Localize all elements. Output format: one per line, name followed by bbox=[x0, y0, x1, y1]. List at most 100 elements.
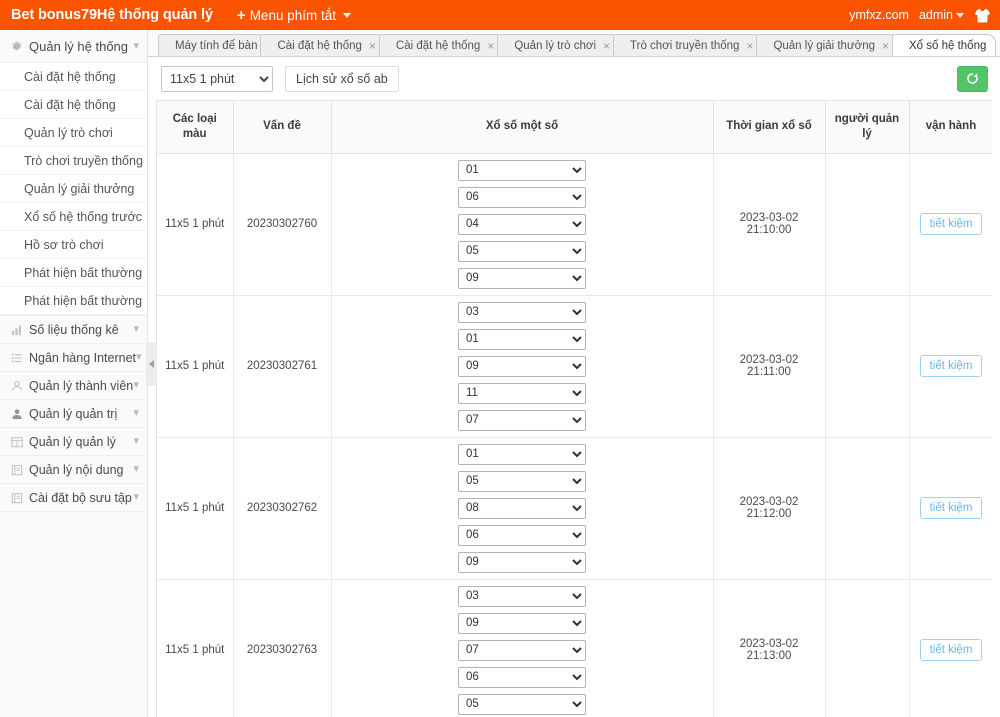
lottery-type-select[interactable]: 11x5 1 phút bbox=[161, 65, 273, 92]
close-icon[interactable]: × bbox=[882, 40, 889, 52]
table-row: 11x5 1 phút 20230302760 01 06 04 05 09 2023-03-… bbox=[157, 153, 992, 296]
top-header-bar: Bet bonus79Hệ thống quản lý + Menu phím … bbox=[0, 0, 1000, 30]
toolbar: 11x5 1 phút Lịch sử xổ số ab bbox=[148, 57, 1000, 100]
sidebar-collapse-handle[interactable] bbox=[146, 342, 157, 386]
chevron-down-icon: ▾ bbox=[133, 39, 139, 52]
sidebar-item-ho-so-tro-choi[interactable]: Hồ sơ trò chơi bbox=[0, 231, 147, 259]
tab-label: Quản lý giải thưởng bbox=[773, 39, 875, 52]
shortcut-menu-button[interactable]: + Menu phím tắt bbox=[237, 7, 351, 24]
number-select-5[interactable]: 09 bbox=[458, 267, 586, 289]
save-button[interactable]: tiết kiệm bbox=[919, 355, 983, 377]
number-select-1[interactable]: 03 bbox=[458, 301, 586, 323]
number-select-3[interactable]: 08 bbox=[458, 497, 586, 519]
column-header-action: vận hành bbox=[909, 101, 992, 154]
cell-operator bbox=[825, 437, 910, 580]
number-select-4[interactable]: 06 bbox=[458, 666, 586, 688]
user-filled-icon bbox=[9, 408, 24, 420]
site-domain-label: ymfxz.com bbox=[849, 8, 909, 22]
sidebar-item-phat-hien-bat-thuong-2[interactable]: Phát hiện bất thường bbox=[0, 287, 147, 315]
sidebar-item-cai-dat-he-thong-2[interactable]: Cài đặt hệ thống bbox=[0, 91, 147, 119]
tab-label: Quản lý trò chơi bbox=[514, 39, 597, 52]
sidebar-group-label: Quản lý nội dung bbox=[29, 462, 124, 477]
number-select-1[interactable]: 01 bbox=[458, 443, 586, 465]
cell-type: 11x5 1 phút bbox=[157, 437, 234, 580]
cell-type: 11x5 1 phút bbox=[157, 579, 234, 717]
number-select-1[interactable]: 01 bbox=[458, 159, 586, 181]
plus-icon: + bbox=[236, 6, 246, 24]
number-select-2[interactable]: 01 bbox=[458, 328, 586, 350]
book-icon bbox=[9, 492, 24, 504]
sidebar-item-xo-so-he-thong-truoc[interactable]: Xổ số hệ thống trước bbox=[0, 203, 147, 231]
tab-cai-dat-he-thong-2[interactable]: Cài đặt hệ thống × bbox=[378, 34, 505, 56]
sidebar-item-phat-hien-bat-thuong-1[interactable]: Phát hiện bất thường bbox=[0, 259, 147, 287]
close-icon[interactable]: × bbox=[487, 40, 494, 52]
lottery-results-table-container[interactable]: Các loại màu Vấn đề Xổ số một số Thời gi… bbox=[156, 100, 992, 717]
cell-issue: 20230302762 bbox=[233, 437, 332, 580]
cell-operator bbox=[825, 153, 910, 296]
column-header-type: Các loại màu bbox=[157, 101, 234, 154]
tab-tro-choi-truyen-thong[interactable]: Trò chơi truyền thống × bbox=[613, 34, 764, 56]
cell-action: tiết kiệm bbox=[909, 437, 992, 580]
number-select-2[interactable]: 05 bbox=[458, 470, 586, 492]
cell-draw-time: 2023-03-02 21:13:00 bbox=[713, 579, 826, 717]
number-select-3[interactable]: 07 bbox=[458, 639, 586, 661]
number-select-3[interactable]: 09 bbox=[458, 355, 586, 377]
tab-cai-dat-he-thong-1[interactable]: Cài đặt hệ thống × bbox=[260, 34, 386, 56]
sidebar-group-label: Số liệu thống kê bbox=[29, 322, 119, 337]
sidebar-group-quan-ly-noi-dung[interactable]: Quản lý nội dung ▾ bbox=[0, 456, 147, 484]
sidebar-item-cai-dat-he-thong-1[interactable]: Cài đặt hệ thống bbox=[0, 63, 147, 91]
close-icon[interactable]: × bbox=[369, 40, 376, 52]
number-select-4[interactable]: 11 bbox=[458, 382, 586, 404]
number-select-5[interactable]: 05 bbox=[458, 693, 586, 715]
cell-type: 11x5 1 phút bbox=[157, 153, 234, 296]
cell-numbers: 03 01 09 11 07 bbox=[331, 295, 714, 438]
number-select-stack: 03 01 09 11 07 bbox=[335, 301, 710, 431]
number-select-5[interactable]: 07 bbox=[458, 409, 586, 431]
save-button[interactable]: tiết kiệm bbox=[919, 639, 983, 661]
sidebar-group-label: Ngân hàng Internet bbox=[29, 350, 137, 365]
sidebar-group-quan-ly-thanh-vien[interactable]: Quản lý thành viên ▾ bbox=[0, 372, 147, 400]
tab-xo-so-he-thong[interactable]: Xổ số hệ thống bbox=[892, 34, 997, 56]
account-menu-button[interactable]: admin bbox=[919, 8, 964, 22]
number-select-1[interactable]: 03 bbox=[458, 585, 586, 607]
table-header-row: Các loại màu Vấn đề Xổ số một số Thời gi… bbox=[157, 101, 992, 154]
close-icon[interactable]: × bbox=[746, 40, 753, 52]
table-row: 11x5 1 phút 20230302762 01 05 08 06 09 2023-03-… bbox=[157, 437, 992, 580]
cell-action: tiết kiệm bbox=[909, 295, 992, 438]
lottery-history-button[interactable]: Lịch sử xổ số ab bbox=[285, 65, 399, 92]
tab-quan-ly-giai-thuong[interactable]: Quản lý giải thưởng × bbox=[756, 34, 899, 56]
tab-may-tinh-de-ban[interactable]: Máy tính để bàn bbox=[158, 34, 268, 56]
cell-type: 11x5 1 phút bbox=[157, 295, 234, 438]
number-select-4[interactable]: 05 bbox=[458, 240, 586, 262]
sidebar-item-tro-choi-truyen-thong[interactable]: Trò chơi truyền thống bbox=[0, 147, 147, 175]
chevron-down-icon: ▾ bbox=[133, 463, 139, 475]
sidebar-item-quan-ly-giai-thuong[interactable]: Quản lý giải thưởng bbox=[0, 175, 147, 203]
number-select-2[interactable]: 09 bbox=[458, 612, 586, 634]
sidebar-group-ngan-hang-internet[interactable]: Ngân hàng Internet ▾ bbox=[0, 344, 147, 372]
chevron-left-icon bbox=[149, 360, 154, 368]
table-row: 11x5 1 phút 20230302761 03 01 09 11 07 2023-03-… bbox=[157, 295, 992, 438]
cell-action: tiết kiệm bbox=[909, 579, 992, 717]
save-button[interactable]: tiết kiệm bbox=[919, 213, 983, 235]
sidebar-submenu: Cài đặt hệ thống Cài đặt hệ thống Quản l… bbox=[0, 63, 147, 316]
tab-quan-ly-tro-choi[interactable]: Quản lý trò chơi × bbox=[497, 34, 621, 56]
close-icon[interactable]: × bbox=[603, 40, 610, 52]
number-select-2[interactable]: 06 bbox=[458, 186, 586, 208]
save-button[interactable]: tiết kiệm bbox=[919, 497, 983, 519]
sidebar-group-quan-ly-quan-ly[interactable]: Quản lý quản lý ▾ bbox=[0, 428, 147, 456]
cell-numbers: 01 05 08 06 09 bbox=[331, 437, 714, 580]
sidebar-group-label: Quản lý thành viên bbox=[29, 378, 134, 393]
refresh-button[interactable] bbox=[957, 65, 988, 92]
sidebar-group-quan-ly-quan-tri[interactable]: Quản lý quản trị ▾ bbox=[0, 400, 147, 428]
number-select-3[interactable]: 04 bbox=[458, 213, 586, 235]
sidebar-group-so-lieu-thong-ke[interactable]: Số liệu thống kê ▾ bbox=[0, 316, 147, 344]
shortcut-menu-label: Menu phím tắt bbox=[249, 7, 336, 23]
tab-bar: Máy tính để bàn Cài đặt hệ thống × Cài đ… bbox=[148, 30, 1000, 57]
sidebar-group-cai-dat-bo-suu-tap[interactable]: Cài đặt bộ sưu tập ▾ bbox=[0, 484, 147, 512]
sidebar-item-quan-ly-tro-choi[interactable]: Quản lý trò chơi bbox=[0, 119, 147, 147]
shirt-icon[interactable] bbox=[974, 8, 991, 23]
sidebar-group-label: Cài đặt bộ sưu tập bbox=[29, 490, 132, 505]
sidebar-group-quan-ly-he-thong[interactable]: Quản lý hệ thống ▾ bbox=[0, 30, 147, 63]
number-select-5[interactable]: 09 bbox=[458, 551, 586, 573]
number-select-4[interactable]: 06 bbox=[458, 524, 586, 546]
